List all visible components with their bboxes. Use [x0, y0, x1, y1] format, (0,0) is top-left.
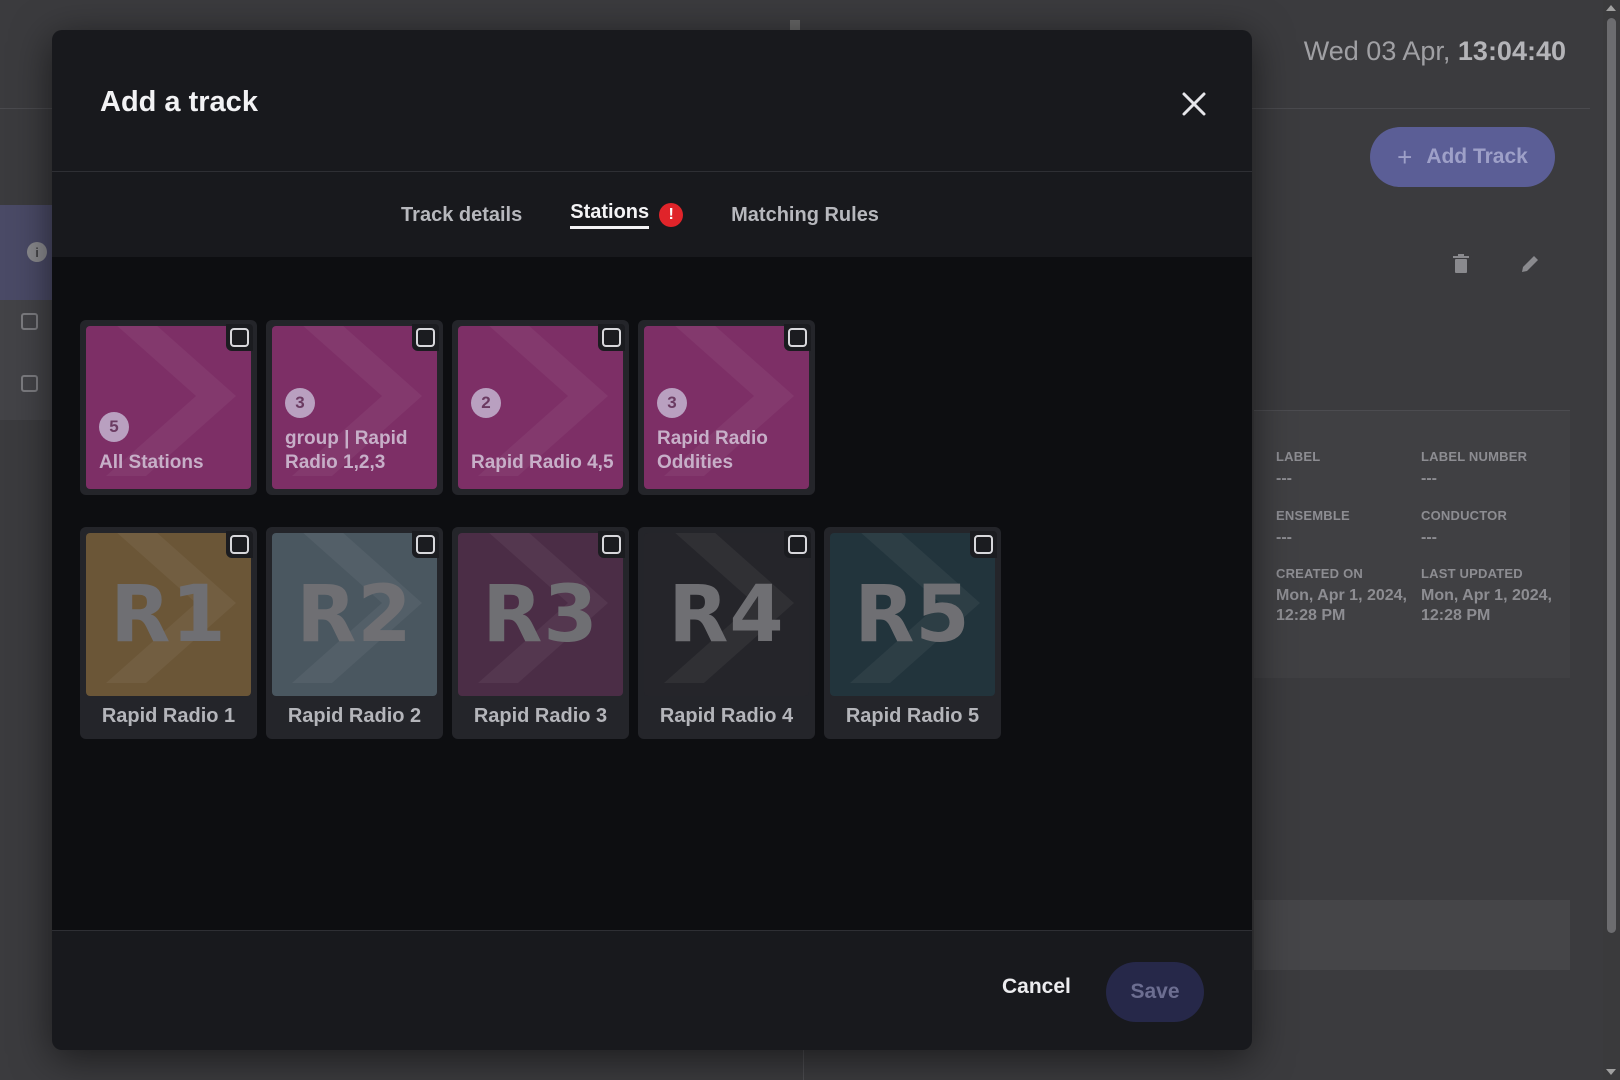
station-group-card[interactable]: 2 Rapid Radio 4,5	[452, 320, 629, 495]
add-track-button[interactable]: + Add Track	[1370, 127, 1555, 187]
pencil-icon[interactable]	[1520, 254, 1540, 274]
station-count-badge: 3	[285, 388, 315, 418]
station-code: R3	[482, 569, 599, 660]
station-count-badge: 3	[657, 388, 687, 418]
station-name: Rapid Radio 2	[287, 705, 422, 727]
date-text: Wed 03 Apr,	[1303, 36, 1451, 66]
label-title: LABEL	[1276, 449, 1321, 464]
track-details-panel: LABEL --- LABEL NUMBER --- ENSEMBLE --- …	[1254, 410, 1570, 678]
group-tile: 3 group | Rapid Radio 1,2,3	[272, 326, 437, 489]
station-count-badge: 2	[471, 388, 501, 418]
station-group-card[interactable]: 5 All Stations	[80, 320, 257, 495]
error-badge-icon: !	[659, 203, 684, 227]
group-name: Rapid Radio Oddities	[657, 428, 768, 473]
group-checkbox[interactable]	[784, 324, 811, 351]
dialog-header: Add a track	[52, 30, 1252, 172]
station-code: R4	[668, 569, 785, 660]
station-card[interactable]: R1 Rapid Radio 1	[80, 527, 257, 739]
stations-row: R1 Rapid Radio 1 R2 Rapid Radio 2 R3 Rap…	[80, 527, 1001, 739]
station-groups-row: 5 All Stations 3 group | Rapid Radio 1,2…	[80, 320, 815, 495]
label-number-value: ---	[1421, 470, 1437, 487]
station-count-badge: 5	[99, 412, 129, 442]
station-name: Rapid Radio 4	[659, 705, 794, 727]
station-code: R1	[110, 569, 227, 660]
group-tile: 3 Rapid Radio Oddities	[644, 326, 809, 489]
close-icon[interactable]	[1176, 86, 1212, 122]
station-group-card[interactable]: 3 Rapid Radio Oddities	[638, 320, 815, 495]
scroll-up-icon[interactable]	[1606, 5, 1616, 11]
station-card[interactable]: R2 Rapid Radio 2	[266, 527, 443, 739]
add-track-label: Add Track	[1426, 145, 1528, 168]
background-divider	[803, 1050, 804, 1080]
info-icon: i	[27, 242, 47, 262]
dialog-tabs: Track details Stations ! Matching Rules	[52, 173, 1252, 257]
last-updated-title: LAST UPDATED	[1421, 566, 1523, 581]
tab-track-details[interactable]: Track details	[401, 198, 522, 233]
station-name: Rapid Radio 5	[845, 705, 980, 727]
station-name: Rapid Radio 3	[473, 705, 608, 727]
cancel-button[interactable]: Cancel	[1002, 975, 1071, 999]
scroll-down-icon[interactable]	[1606, 1069, 1616, 1075]
station-card[interactable]: R3 Rapid Radio 3	[452, 527, 629, 739]
group-checkbox[interactable]	[226, 324, 253, 351]
conductor-value: ---	[1421, 529, 1437, 546]
label-value: ---	[1276, 470, 1292, 487]
tab-label: Track details	[401, 203, 523, 226]
station-name: Rapid Radio 1	[101, 705, 236, 727]
tab-stations[interactable]: Stations !	[570, 195, 684, 235]
station-code: R5	[854, 569, 971, 660]
scrollbar-thumb[interactable]	[1607, 18, 1616, 933]
dialog-footer: Cancel Save	[52, 930, 1252, 1050]
group-checkbox[interactable]	[598, 324, 625, 351]
station-checkbox[interactable]	[598, 531, 625, 558]
conductor-title: CONDUCTOR	[1421, 508, 1508, 523]
plus-icon: +	[1397, 141, 1413, 172]
station-checkbox[interactable]	[784, 531, 811, 558]
created-on-title: CREATED ON	[1276, 566, 1363, 581]
dialog-title: Add a track	[100, 86, 258, 118]
station-checkbox[interactable]	[970, 531, 997, 558]
station-checkbox[interactable]	[226, 531, 253, 558]
station-group-card[interactable]: 3 group | Rapid Radio 1,2,3	[266, 320, 443, 495]
tab-label: Stations	[570, 201, 650, 229]
row-checkbox[interactable]	[21, 313, 38, 330]
station-checkbox[interactable]	[412, 531, 439, 558]
ensemble-value: ---	[1276, 529, 1292, 546]
station-card[interactable]: R5 Rapid Radio 5	[824, 527, 1001, 739]
ensemble-title: ENSEMBLE	[1276, 508, 1350, 523]
station-logo: R1	[86, 533, 251, 696]
add-track-dialog: Add a track Track details Stations ! Mat…	[52, 30, 1252, 1050]
station-logo: R2	[272, 533, 437, 696]
stations-panel: 5 All Stations 3 group | Rapid Radio 1,2…	[52, 257, 1252, 930]
station-logo: R4	[644, 533, 809, 696]
label-number-title: LABEL NUMBER	[1421, 449, 1528, 464]
background-bottom-bar	[1254, 900, 1570, 970]
station-card[interactable]: R4 Rapid Radio 4	[638, 527, 815, 739]
group-name: group | Rapid Radio 1,2,3	[285, 428, 408, 473]
trash-icon[interactable]	[1452, 254, 1470, 274]
last-updated-value: Mon, Apr 1, 2024, 12:28 PM	[1421, 587, 1552, 624]
group-name: Rapid Radio 4,5	[471, 452, 614, 473]
background-decoration	[790, 20, 800, 30]
tab-matching-rules[interactable]: Matching Rules	[731, 198, 879, 233]
page-scrollbar[interactable]	[1603, 0, 1620, 1080]
time-text: 13:04:40	[1457, 36, 1566, 66]
group-checkbox[interactable]	[412, 324, 439, 351]
group-name: All Stations	[99, 452, 204, 473]
station-logo: R5	[830, 533, 995, 696]
station-code: R2	[296, 569, 413, 660]
tab-label: Matching Rules	[731, 203, 879, 226]
group-tile: 5 All Stations	[86, 326, 251, 489]
group-tile: 2 Rapid Radio 4,5	[458, 326, 623, 489]
row-checkbox[interactable]	[21, 375, 38, 392]
save-button[interactable]: Save	[1106, 962, 1204, 1022]
created-on-value: Mon, Apr 1, 2024, 12:28 PM	[1276, 587, 1407, 624]
datetime-display: Wed 03 Apr, 13:04:40	[1304, 36, 1566, 67]
station-logo: R3	[458, 533, 623, 696]
